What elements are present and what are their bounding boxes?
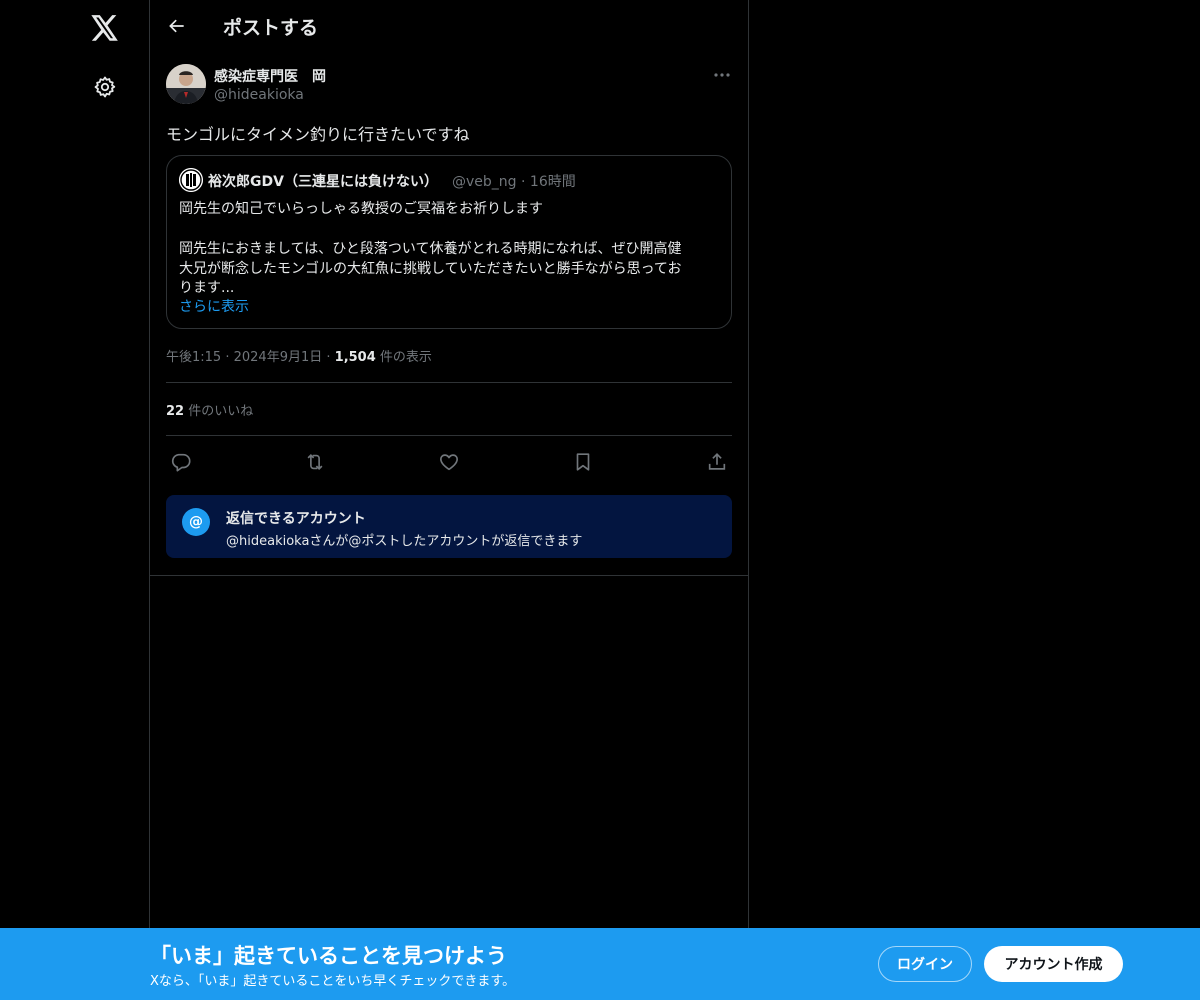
divider — [166, 382, 732, 383]
author-name[interactable]: 感染症専門医 岡 — [214, 66, 326, 86]
page-title: ポストする — [223, 17, 319, 39]
quote-meta: @veb_ng · 16時間 — [452, 171, 576, 191]
avatar[interactable] — [166, 64, 206, 104]
bookmark-icon — [576, 453, 590, 471]
post-meta: 午後1:15 · 2024年9月1日 · 1,504 件の表示 — [166, 346, 432, 365]
gear-icon[interactable] — [83, 65, 127, 109]
quote-avatar-image — [179, 168, 203, 192]
gear-svg — [94, 76, 116, 98]
divider — [166, 435, 732, 436]
banner-title: 「いま」起きていることを見つけよう — [150, 944, 507, 968]
notice-description: @hideakiokaさんが@ポストしたアカウントが返信できます — [226, 534, 583, 549]
likes-label: 件のいいね — [188, 404, 254, 419]
share-button[interactable] — [702, 447, 732, 477]
login-banner: 「いま」起きていることを見つけよう Xなら、「いま」起きていることをいち早くチェ… — [0, 928, 1200, 1000]
more-options-button[interactable] — [708, 64, 736, 86]
share-icon — [708, 453, 726, 470]
quote-text-line: 大兄が断念したモンゴルの大紅魚に挑戦していただきたいと勝手ながら思ってお — [179, 261, 682, 277]
meta-separator: · — [521, 174, 530, 190]
quoted-post[interactable]: 裕次郎GDV（三連星には負けない） @veb_ng · 16時間 岡先生の知己で… — [166, 155, 732, 329]
main-column: ポストする 感染症専門医 岡 @hideakioka モンゴルにタイメン釣りに行… — [149, 0, 749, 1000]
meta-separator: · — [225, 350, 234, 365]
repost-icon — [307, 453, 323, 471]
quote-avatar — [179, 168, 203, 192]
page-header: ポストする — [150, 0, 748, 53]
reply-icon — [171, 453, 191, 472]
avatar-image — [166, 64, 206, 104]
at-icon: @ — [182, 508, 210, 536]
author-handle[interactable]: @hideakioka — [214, 87, 304, 103]
back-button[interactable] — [160, 9, 194, 43]
meta-separator: · — [326, 350, 335, 365]
x-logo-icon[interactable] — [83, 6, 127, 50]
banner-subtitle: Xなら、「いま」起きていることをいち早くチェックできます。 — [150, 974, 516, 989]
x-logo-svg — [91, 15, 118, 41]
views-label: 件の表示 — [379, 350, 432, 365]
quote-author-name: 裕次郎GDV（三連星には負けない） — [208, 174, 438, 190]
quote-text-line: 岡先生におきましては、ひと段落ついて休養がとれる時期になれば、ぜひ開高健 — [179, 241, 682, 257]
post-date[interactable]: 2024年9月1日 — [234, 350, 323, 365]
like-button[interactable] — [434, 447, 464, 477]
repost-button[interactable] — [300, 447, 330, 477]
login-button[interactable]: ログイン — [878, 946, 972, 982]
views-count: 1,504 — [334, 350, 376, 365]
ellipsis-icon — [714, 73, 730, 77]
create-account-button[interactable]: アカウント作成 — [984, 946, 1123, 982]
post-text: モンゴルにタイメン釣りに行きたいですね — [166, 125, 470, 144]
reply-restriction-notice: @ 返信できるアカウント @hideakiokaさんが@ポストしたアカウントが返… — [166, 495, 732, 558]
divider — [150, 575, 748, 576]
bookmark-button[interactable] — [568, 447, 598, 477]
likes-count: 22 — [166, 404, 185, 419]
arrow-left-icon — [169, 19, 184, 33]
quote-time: 16時間 — [529, 174, 576, 190]
quote-author-handle: @veb_ng — [452, 174, 517, 190]
quote-text-line: 岡先生の知己でいらっしゃる教授のご冥福をお祈りします — [179, 201, 543, 217]
show-more-link[interactable]: さらに表示 — [179, 296, 249, 316]
reply-button[interactable] — [166, 447, 196, 477]
notice-title: 返信できるアカウント — [226, 511, 366, 527]
post-time[interactable]: 午後1:15 — [166, 350, 221, 365]
left-navigation — [0, 0, 149, 1000]
likes-summary[interactable]: 22 件のいいね — [166, 400, 253, 419]
heart-icon — [440, 454, 458, 471]
quote-text-line: ります... — [179, 280, 235, 296]
